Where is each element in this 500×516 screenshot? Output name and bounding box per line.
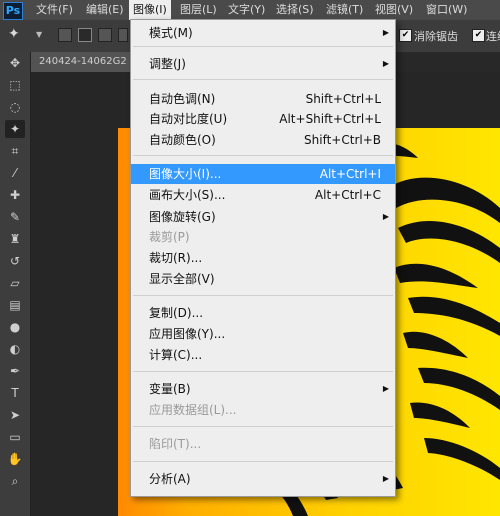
- marquee-tool-icon[interactable]: ⬚: [5, 76, 25, 94]
- add-selection-icon[interactable]: [78, 28, 92, 42]
- subtract-selection-icon[interactable]: [98, 28, 112, 42]
- path-selection-tool-icon[interactable]: ➤: [5, 406, 25, 424]
- healing-brush-tool-icon[interactable]: ✚: [5, 186, 25, 204]
- menu-item-variables[interactable]: 变量(B) ▶: [131, 379, 395, 399]
- magic-wand-icon[interactable]: ✦: [8, 26, 20, 42]
- menu-item-adjustments[interactable]: 调整(J) ▶: [131, 54, 395, 74]
- menu-separator: [133, 295, 393, 296]
- zoom-tool-icon[interactable]: ⌕: [5, 472, 25, 490]
- menu-layer[interactable]: 图层(L): [180, 0, 217, 20]
- tools-panel: ✥ ⬚ ◌ ✦ ⌗ ⁄ ✚ ✎ ♜ ↺ ▱ ▤ ● ◐ ✒ T ➤ ▭ ✋ ⌕: [0, 52, 31, 516]
- menu-file[interactable]: 文件(F): [36, 0, 73, 20]
- dodge-tool-icon[interactable]: ◐: [5, 340, 25, 358]
- menu-type[interactable]: 文字(Y): [228, 0, 265, 20]
- image-menu-dropdown: 模式(M) ▶ 调整(J) ▶ 自动色调(N) Shift+Ctrl+L 自动对…: [130, 19, 396, 497]
- crop-tool-icon[interactable]: ⌗: [5, 142, 25, 160]
- intersect-selection-icon[interactable]: [118, 28, 128, 42]
- menu-item-analysis[interactable]: 分析(A) ▶: [131, 469, 395, 489]
- tool-preset-chevron-icon[interactable]: ▼: [36, 30, 42, 39]
- magic-wand-tool-icon[interactable]: ✦: [5, 120, 25, 138]
- menu-item-trap[interactable]: 陷印(T)...: [131, 434, 395, 454]
- menu-image[interactable]: 图像(I): [129, 0, 171, 20]
- gradient-tool-icon[interactable]: ▤: [5, 296, 25, 314]
- menu-item-auto-contrast[interactable]: 自动对比度(U) Alt+Shift+Ctrl+L: [131, 109, 395, 129]
- eyedropper-tool-icon[interactable]: ⁄: [5, 164, 25, 182]
- submenu-arrow-icon: ▶: [382, 59, 389, 68]
- eraser-tool-icon[interactable]: ▱: [5, 274, 25, 292]
- photoshop-logo: Ps: [3, 2, 23, 20]
- antialias-checkbox[interactable]: ✔: [399, 29, 412, 42]
- menu-item-image-rotation[interactable]: 图像旋转(G) ▶: [131, 207, 395, 227]
- blur-tool-icon[interactable]: ●: [5, 318, 25, 336]
- pen-tool-icon[interactable]: ✒: [5, 362, 25, 380]
- menu-separator: [133, 79, 393, 80]
- lasso-tool-icon[interactable]: ◌: [5, 98, 25, 116]
- menu-separator: [133, 155, 393, 156]
- menu-item-apply-image[interactable]: 应用图像(Y)...: [131, 324, 395, 344]
- menu-item-auto-color[interactable]: 自动颜色(O) Shift+Ctrl+B: [131, 130, 395, 150]
- menu-separator: [133, 371, 393, 372]
- contiguous-label: 连续: [486, 30, 500, 43]
- menu-select[interactable]: 选择(S): [276, 0, 314, 20]
- menu-view[interactable]: 视图(V): [375, 0, 413, 20]
- type-tool-icon[interactable]: T: [5, 384, 25, 402]
- clone-stamp-tool-icon[interactable]: ♜: [5, 230, 25, 248]
- antialias-label: 消除锯齿: [414, 30, 458, 43]
- submenu-arrow-icon: ▶: [382, 384, 389, 393]
- menu-window[interactable]: 窗口(W): [426, 0, 467, 20]
- menu-item-duplicate[interactable]: 复制(D)...: [131, 303, 395, 323]
- menu-item-crop[interactable]: 裁剪(P): [131, 227, 395, 247]
- history-brush-tool-icon[interactable]: ↺: [5, 252, 25, 270]
- menu-bar: Ps 文件(F) 编辑(E) 图像(I) 图层(L) 文字(Y) 选择(S) 滤…: [0, 0, 500, 20]
- shape-tool-icon[interactable]: ▭: [5, 428, 25, 446]
- menu-item-calculations[interactable]: 计算(C)...: [131, 345, 395, 365]
- menu-item-auto-tone[interactable]: 自动色调(N) Shift+Ctrl+L: [131, 89, 395, 109]
- submenu-arrow-icon: ▶: [382, 474, 389, 483]
- menu-separator: [133, 426, 393, 427]
- menu-edit[interactable]: 编辑(E): [86, 0, 124, 20]
- brush-tool-icon[interactable]: ✎: [5, 208, 25, 226]
- menu-separator: [133, 461, 393, 462]
- menu-item-mode[interactable]: 模式(M) ▶: [131, 23, 395, 43]
- new-selection-icon[interactable]: [58, 28, 72, 42]
- hand-tool-icon[interactable]: ✋: [5, 450, 25, 468]
- menu-filter[interactable]: 滤镜(T): [326, 0, 363, 20]
- menu-item-reveal-all[interactable]: 显示全部(V): [131, 269, 395, 289]
- submenu-arrow-icon: ▶: [382, 212, 389, 221]
- menu-separator: [133, 46, 393, 47]
- menu-item-apply-data-set[interactable]: 应用数据组(L)...: [131, 400, 395, 420]
- document-tab[interactable]: 240424-14062G2: [31, 52, 139, 72]
- contiguous-checkbox[interactable]: ✔: [472, 29, 485, 42]
- submenu-arrow-icon: ▶: [382, 28, 389, 37]
- menu-item-trim[interactable]: 裁切(R)...: [131, 248, 395, 268]
- menu-item-canvas-size[interactable]: 画布大小(S)... Alt+Ctrl+C: [131, 185, 395, 205]
- menu-item-image-size[interactable]: 图像大小(I)... Alt+Ctrl+I: [131, 164, 395, 184]
- move-tool-icon[interactable]: ✥: [5, 54, 25, 72]
